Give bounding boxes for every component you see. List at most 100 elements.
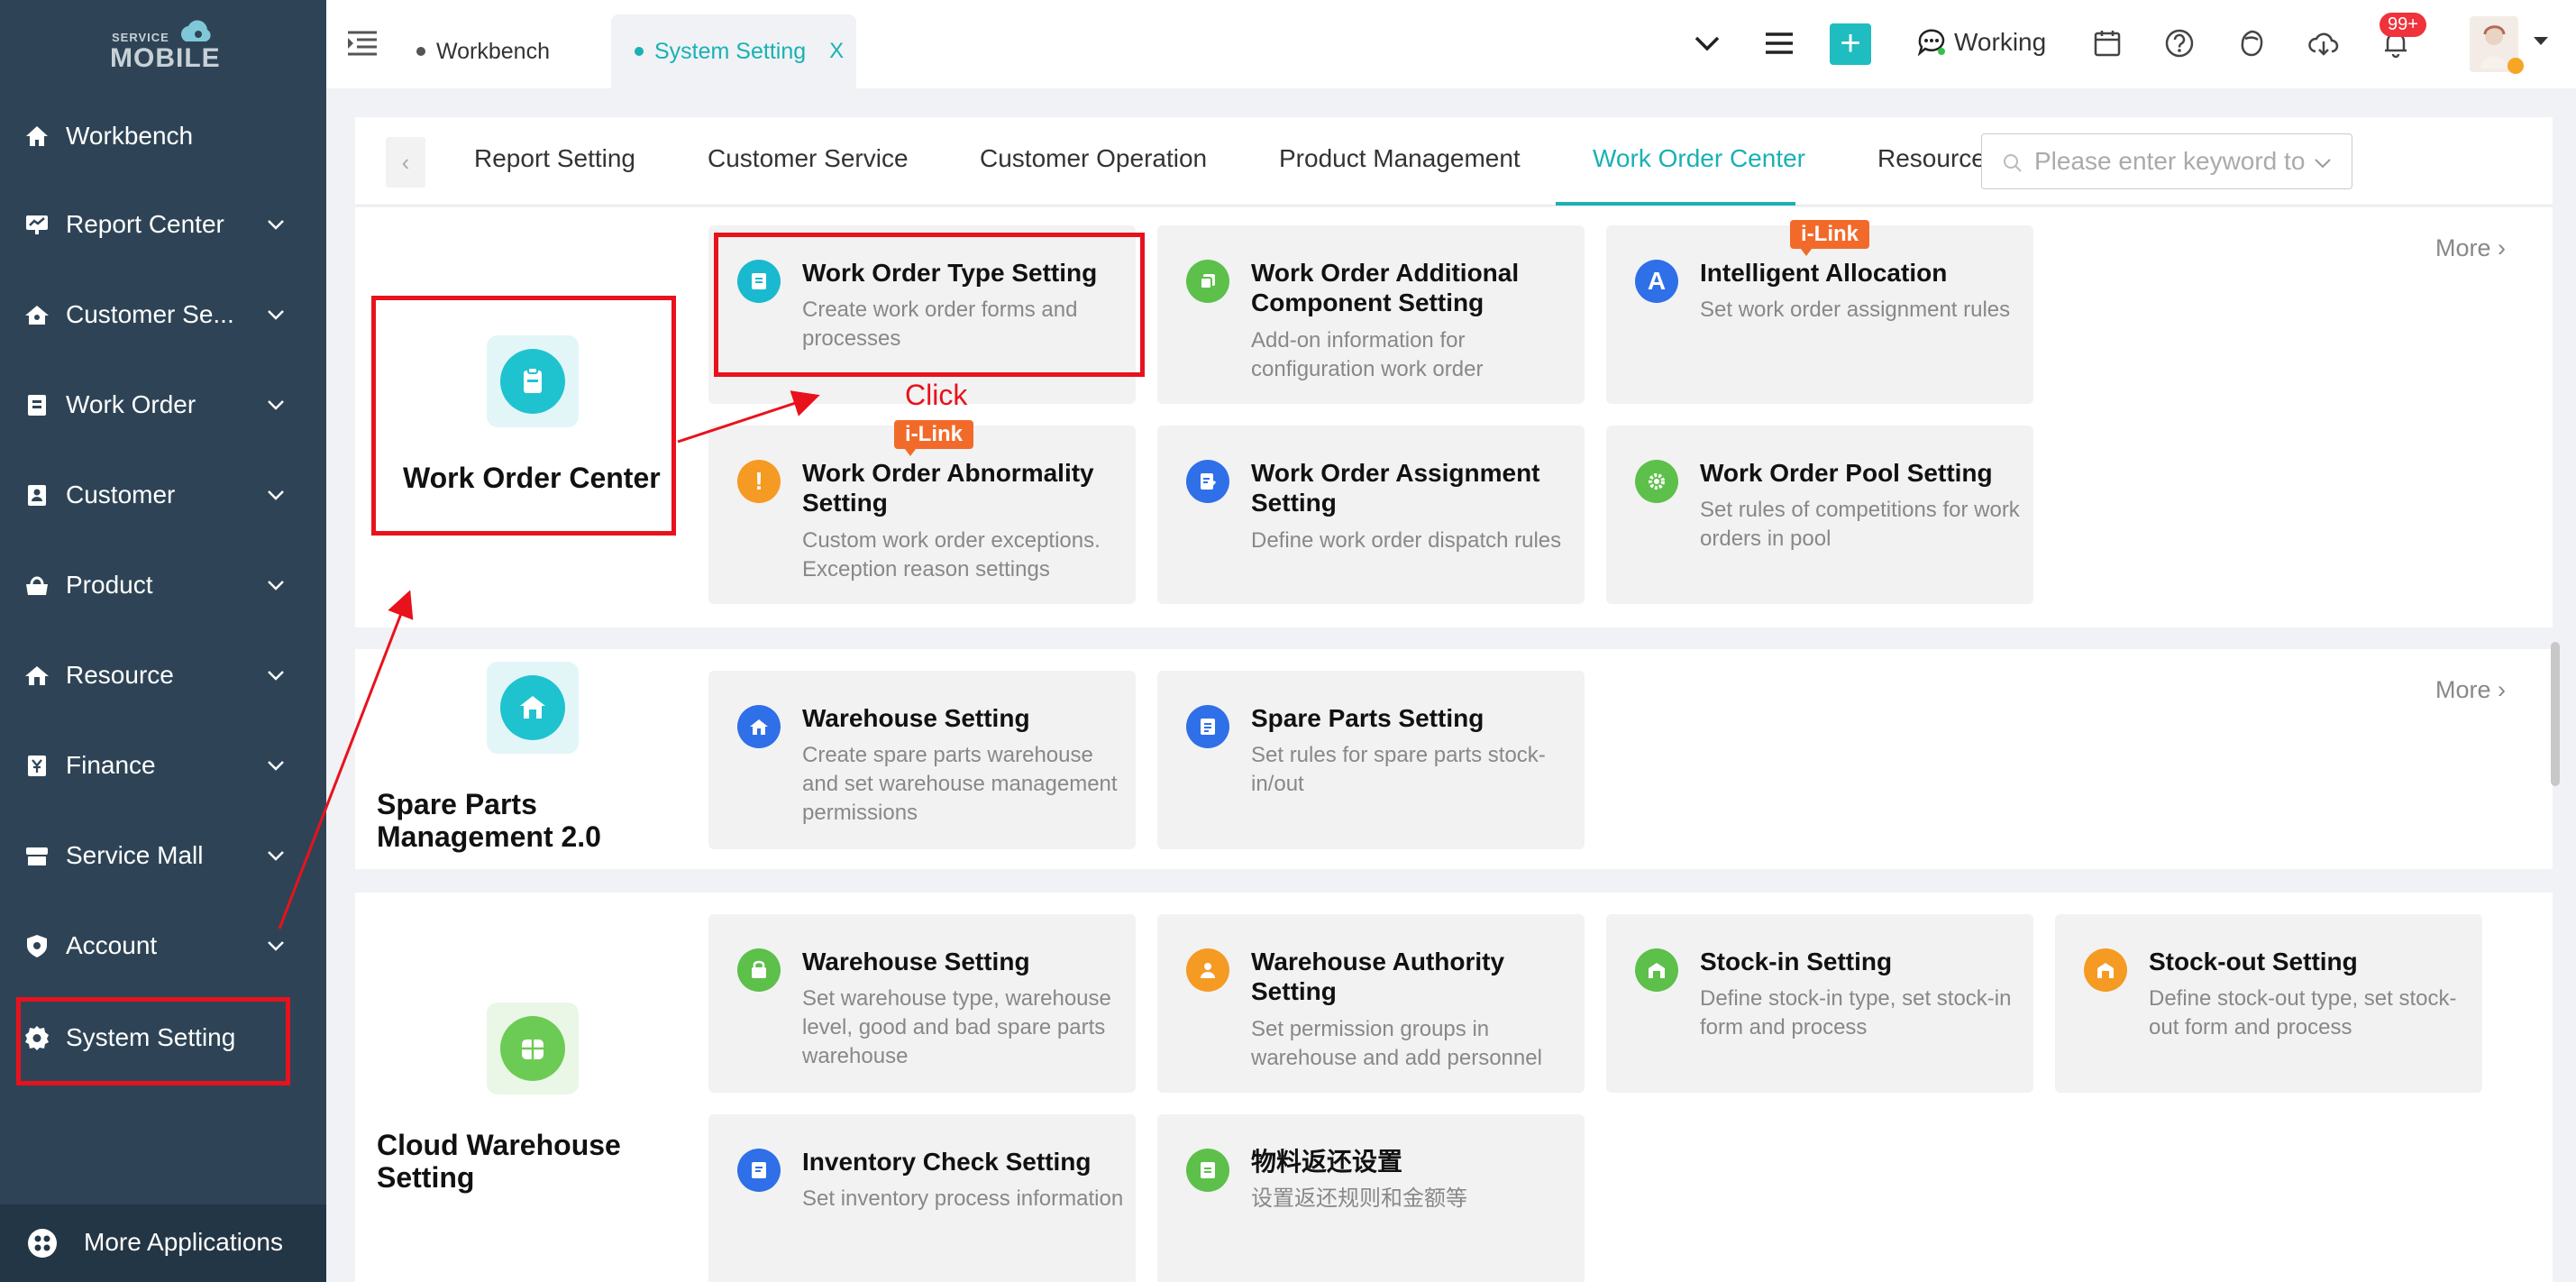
sidebar-item-account[interactable]: Account [0, 914, 326, 977]
sidebar: SERVICE MOBILE Workbench Report Center C… [0, 0, 326, 1282]
sidebar-item-report-center[interactable]: Report Center [0, 193, 326, 256]
vertical-scrollbar[interactable] [2551, 642, 2560, 786]
chevron-down-icon [268, 851, 284, 861]
card-warehouse-setting[interactable]: Warehouse Setting Create spare parts war… [708, 671, 1136, 849]
notification-badge: 99+ [2380, 13, 2426, 37]
chevron-down-icon [268, 581, 284, 591]
sidebar-item-product[interactable]: Product [0, 554, 326, 617]
card-title: Warehouse Authority Setting [1251, 948, 1505, 1005]
pool-gear-icon [1635, 460, 1678, 503]
card-warehouse-authority-setting[interactable]: Warehouse Authority Setting Set permissi… [1157, 914, 1585, 1093]
card-description: Set work order assignment rules [1700, 298, 2011, 322]
tab-dot-icon [416, 47, 425, 56]
finance-icon [23, 752, 50, 779]
more-link[interactable]: More › [2435, 234, 2506, 262]
sidebar-item-workbench[interactable]: Workbench [0, 105, 326, 168]
card-stock-out-setting[interactable]: Stock-out Setting Define stock-out type,… [2055, 914, 2482, 1093]
close-tab-icon[interactable]: X [829, 39, 844, 64]
tab-product-management[interactable]: Product Management [1279, 144, 1521, 173]
shield-icon [23, 932, 50, 959]
card-description: Define stock-in type, set stock-in form … [1700, 986, 2012, 1039]
mall-icon [23, 842, 50, 869]
card-intelligent-allocation[interactable]: A Intelligent Allocation Set work order … [1606, 225, 2033, 404]
section-spare-parts-management: Spare Parts Management 2.0 More › Wareho… [355, 649, 2553, 869]
active-tab-indicator [1556, 202, 1795, 206]
sidebar-item-label: Finance [66, 751, 156, 779]
i-link-badge: i-Link [894, 420, 973, 456]
resource-icon [23, 662, 50, 689]
skin-theme-icon[interactable] [2232, 23, 2271, 63]
card-description: Set inventory process information [802, 1186, 1124, 1211]
checklist-icon [737, 1149, 781, 1192]
card-title: Work Order Additional Component Setting [1251, 259, 1520, 316]
card-work-order-pool-setting[interactable]: Work Order Pool Setting Set rules of com… [1606, 426, 2033, 604]
section-icon-wrap [487, 662, 579, 754]
card-description: Set warehouse type, warehouse level, goo… [802, 986, 1111, 1068]
chevron-down-icon[interactable] [1687, 23, 1727, 63]
sidebar-item-work-order[interactable]: Work Order [0, 373, 326, 436]
avatar[interactable] [2470, 16, 2524, 74]
chevron-down-icon [268, 220, 284, 230]
search-icon [2004, 154, 2022, 172]
list-menu-icon[interactable] [1759, 23, 1799, 63]
sidebar-item-customer-service[interactable]: Customer Se... [0, 283, 326, 346]
collapse-menu-icon[interactable] [344, 25, 380, 61]
tab-report-setting[interactable]: Report Setting [474, 144, 635, 173]
card-title: Stock-in Setting [1700, 948, 1893, 975]
customer-service-icon [23, 301, 50, 328]
card-inventory-check-setting[interactable]: Inventory Check Setting Set inventory pr… [708, 1114, 1136, 1282]
sidebar-item-resource[interactable]: Resource [0, 644, 326, 707]
stock-in-icon [1635, 948, 1678, 992]
card-title: 物料返还设置 [1251, 1148, 1403, 1176]
caret-down-icon[interactable] [2527, 27, 2554, 54]
app-logo: SERVICE MOBILE [108, 16, 220, 73]
tab-label: Workbench [436, 38, 550, 64]
working-status[interactable]: Working [1916, 27, 2046, 58]
alert-icon: ! [737, 460, 781, 503]
more-link[interactable]: More › [2435, 676, 2506, 704]
add-button[interactable]: + [1830, 23, 1871, 65]
warehouse-icon [500, 675, 565, 740]
calendar-icon[interactable] [2087, 23, 2127, 63]
sidebar-item-service-mall[interactable]: Service Mall [0, 824, 326, 887]
card-title: Work Order Pool Setting [1700, 459, 1993, 487]
tab-customer-service[interactable]: Customer Service [708, 144, 909, 173]
sidebar-item-customer[interactable]: Customer [0, 463, 326, 527]
tab-workbench[interactable]: Workbench [416, 14, 550, 88]
sidebar-item-finance[interactable]: Finance [0, 734, 326, 797]
sidebar-item-label: Customer [66, 481, 176, 508]
card-title: Stock-out Setting [2149, 948, 2358, 975]
person-card-icon [23, 481, 50, 508]
return-document-icon [1186, 1149, 1229, 1192]
tab-customer-operation[interactable]: Customer Operation [980, 144, 1207, 173]
clipboard-icon [23, 391, 50, 418]
section-work-order-center: Work Order Center More › Work Order Type… [355, 207, 2553, 627]
card-description: Add-on information for configuration wor… [1251, 328, 1484, 381]
card-work-order-assignment-setting[interactable]: Work Order Assignment Setting Define wor… [1157, 426, 1585, 604]
more-applications-button[interactable]: More Applications [0, 1204, 326, 1282]
card-stock-in-setting[interactable]: Stock-in Setting Define stock-in type, s… [1606, 914, 2033, 1093]
search-input[interactable] [2034, 145, 2316, 178]
card-cloud-warehouse-setting[interactable]: Warehouse Setting Set warehouse type, wa… [708, 914, 1136, 1093]
chevron-down-icon [2315, 159, 2331, 169]
sidebar-item-label: Work Order [66, 390, 196, 418]
card-title: Spare Parts Setting [1251, 704, 1484, 732]
help-icon[interactable] [2160, 23, 2199, 63]
product-icon [23, 572, 50, 599]
card-title: Work Order Abnormality Setting [802, 459, 1094, 517]
card-work-order-abnormality-setting[interactable]: ! Work Order Abnormality Setting Custom … [708, 426, 1136, 604]
sidebar-item-label: Resource [66, 661, 174, 689]
chevron-down-icon [268, 310, 284, 320]
card-spare-parts-setting[interactable]: Spare Parts Setting Set rules for spare … [1157, 671, 1585, 849]
edit-document-icon [1186, 460, 1229, 503]
cloud-download-icon[interactable] [2304, 23, 2343, 63]
search-select[interactable] [1981, 133, 2352, 189]
scroll-left-button[interactable]: ‹ [386, 137, 425, 188]
more-label: More [2435, 234, 2491, 261]
card-work-order-additional-component[interactable]: Work Order Additional Component Setting … [1157, 225, 1585, 404]
tab-work-order-center[interactable]: Work Order Center [1593, 144, 1805, 173]
working-label: Working [1954, 28, 2047, 56]
tab-system-setting[interactable]: System Setting X [611, 14, 856, 88]
sidebar-item-label: Account [66, 931, 158, 959]
card-material-return-setting[interactable]: 物料返还设置 设置返还规则和金额等 [1157, 1114, 1585, 1282]
